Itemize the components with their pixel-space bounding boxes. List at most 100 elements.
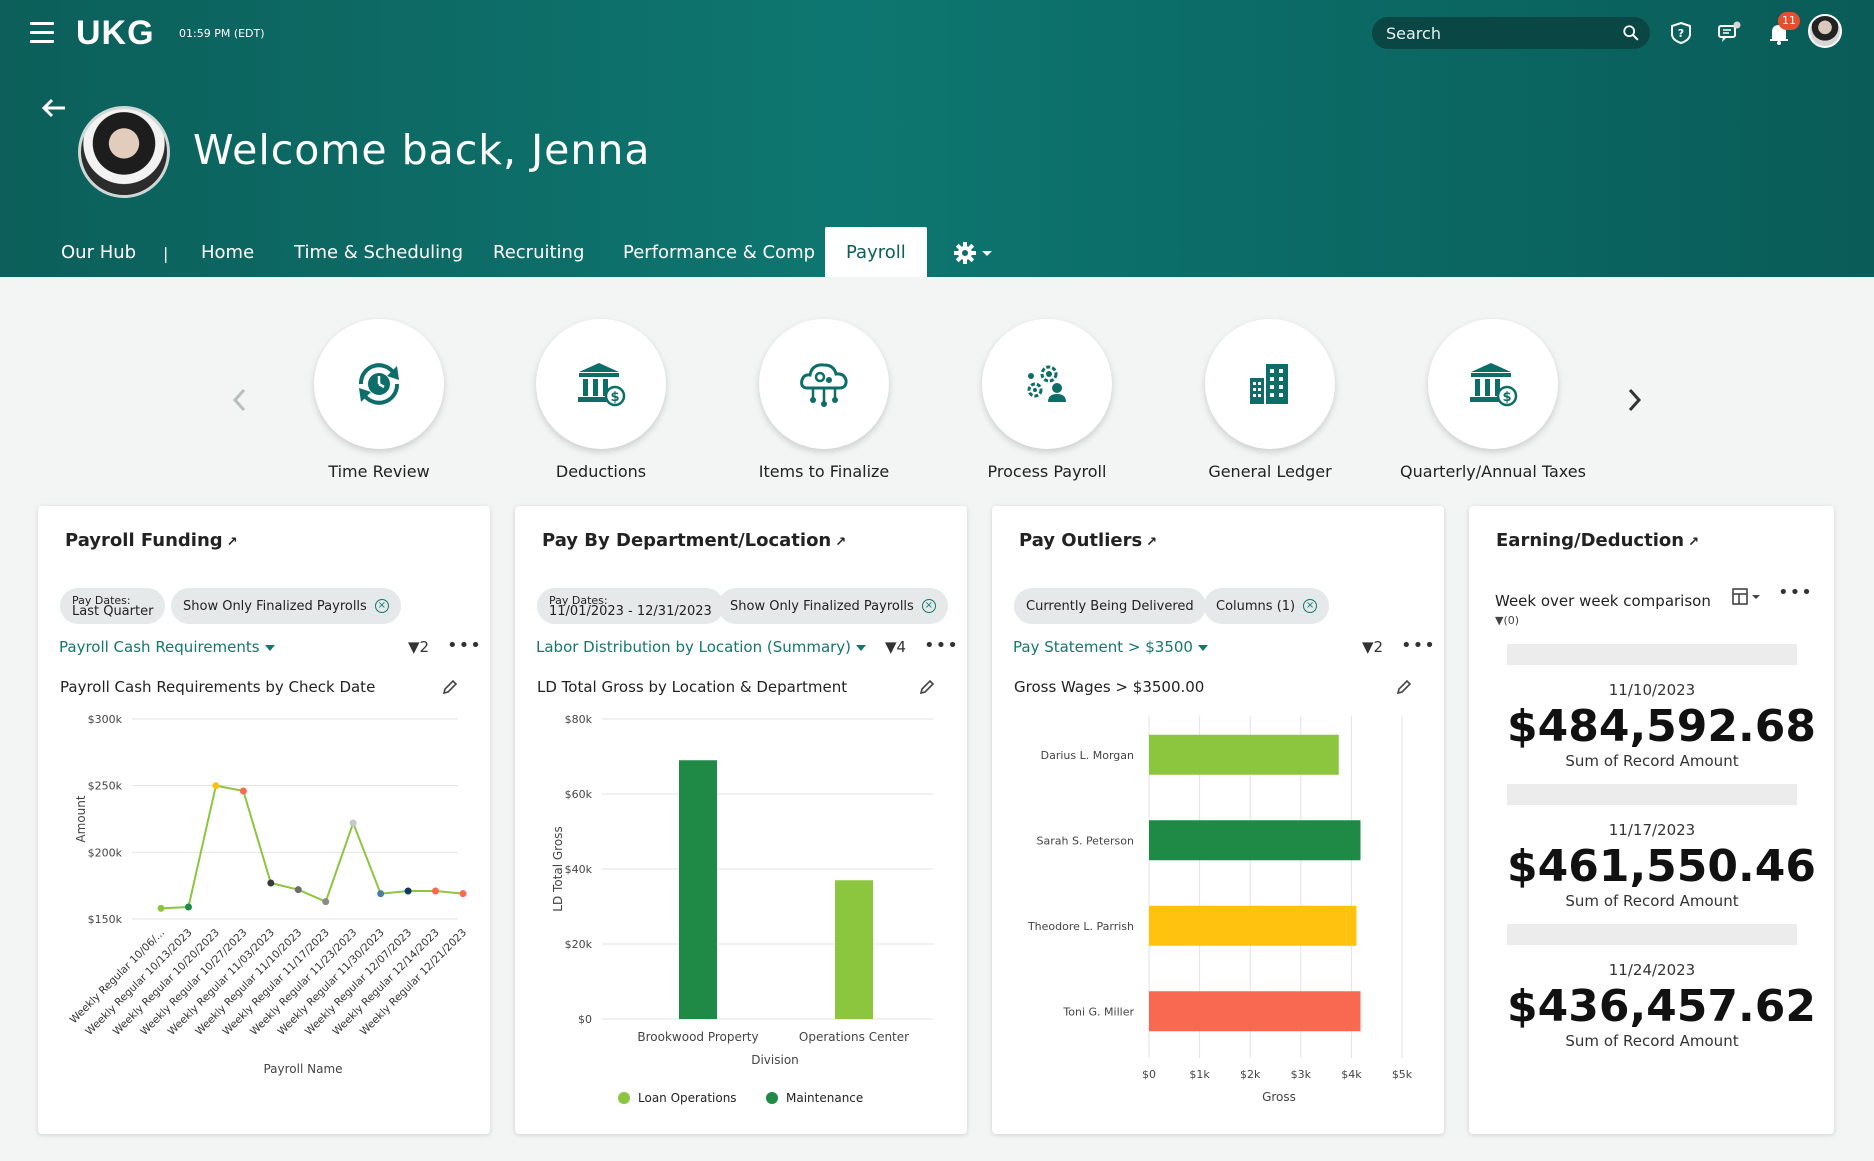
nav-time-scheduling[interactable]: Time & Scheduling: [294, 227, 463, 277]
legend-marker: [618, 1092, 630, 1104]
finalized-payrolls-chip[interactable]: Show Only Finalized Payrolls ×: [171, 588, 401, 624]
buildings-icon: [1250, 364, 1288, 404]
more-options-icon[interactable]: •••: [1401, 635, 1436, 656]
record-amount: $461,550.46: [1507, 841, 1816, 892]
y-tick-label: Toni G. Miller: [1062, 1005, 1134, 1018]
svg-text:$: $: [1502, 390, 1511, 405]
hamburger-menu-icon[interactable]: [30, 22, 54, 44]
bank-dollar-icon: $: [578, 363, 626, 407]
data-point: [349, 819, 357, 827]
legend-marker: [766, 1092, 778, 1104]
pay-by-department-card: Pay By Department/Location ↗ Pay Dates: 1…: [515, 506, 967, 1134]
app-header: UKG 01:59 PM (EDT) ? 11: [0, 0, 1874, 277]
pay-outliers-card: Pay Outliers ↗ Currently Being Delivered …: [992, 506, 1444, 1134]
payroll-funding-card: Payroll Funding ↗ Pay Dates: Last Quarter…: [38, 506, 490, 1134]
bar: [1149, 820, 1361, 861]
week-date: 11/24/2023: [1608, 961, 1696, 979]
report-select[interactable]: Labor Distribution by Location (Summary): [536, 638, 867, 656]
bar: [1149, 905, 1357, 946]
filter-button[interactable]: ▼2: [408, 638, 429, 656]
clock-refresh-icon: [358, 363, 400, 405]
divider-bar: [1507, 924, 1797, 945]
quick-link-process-payroll[interactable]: Process Payroll: [947, 319, 1147, 481]
profile-photo: [78, 106, 170, 198]
quick-link-label: Time Review: [328, 462, 430, 481]
card-title[interactable]: Pay By Department/Location ↗: [542, 530, 846, 551]
search-icon[interactable]: [1622, 24, 1640, 42]
report-select[interactable]: Pay Statement > $3500: [1013, 638, 1208, 656]
quick-link-label: Items to Finalize: [758, 462, 890, 481]
earning-deduction-card: Earning/Deduction ↗ Week over week compar…: [1469, 506, 1834, 1134]
columns-chip[interactable]: Columns (1) ×: [1204, 588, 1330, 624]
comparison-label: Week over week comparison: [1495, 592, 1711, 610]
data-point: [432, 887, 440, 895]
quick-link-quarterly-annual-taxes[interactable]: $ Quarterly/Annual Taxes: [1393, 319, 1593, 481]
y-tick-label: Theodore L. Parrish: [1027, 920, 1134, 933]
quick-link-deductions[interactable]: $ Deductions: [501, 319, 701, 481]
edit-pencil-icon[interactable]: [441, 678, 459, 696]
carousel-next-icon[interactable]: [1624, 387, 1644, 413]
search-input[interactable]: [1386, 17, 1606, 49]
chat-icon[interactable]: [1716, 20, 1742, 46]
card-title[interactable]: Payroll Funding ↗: [65, 530, 238, 551]
comparison-block: 11/17/2023 $461,550.46 Sum of Record Amo…: [1507, 784, 1816, 910]
comparison-block: 11/24/2023 $436,457.62 Sum of Record Amo…: [1507, 924, 1816, 1050]
nav-separator: |: [163, 244, 169, 263]
external-link-icon: ↗: [226, 535, 238, 550]
y-tick-label: $0: [578, 1013, 592, 1026]
payroll-cash-line-chart: $150k$200k$250k$300kAmountWeekly Regular…: [68, 713, 469, 1076]
data-point: [212, 782, 220, 790]
welcome-heading: Welcome back, Jenna: [193, 126, 651, 174]
more-options-icon[interactable]: •••: [1778, 582, 1813, 603]
view-type-icon[interactable]: [1731, 586, 1767, 608]
nav-our-hub[interactable]: Our Hub: [61, 227, 136, 277]
filter-button[interactable]: ▼(0): [1495, 614, 1519, 627]
external-link-icon: ↗: [1688, 535, 1699, 550]
user-avatar[interactable]: [1808, 14, 1842, 48]
ukg-logo[interactable]: UKG: [76, 14, 155, 53]
nav-performance-comp[interactable]: Performance & Comp: [623, 227, 815, 277]
quick-link-label: General Ledger: [1208, 462, 1332, 481]
amount-caption: Sum of Record Amount: [1565, 892, 1739, 910]
x-tick-label: $3k: [1291, 1068, 1312, 1081]
card-title[interactable]: Earning/Deduction ↗: [1496, 530, 1699, 551]
settings-gear-icon[interactable]: [952, 240, 994, 266]
main-nav: Our Hub | Home Time & Scheduling Recruit…: [0, 227, 1874, 277]
carousel-prev-icon[interactable]: [230, 387, 250, 413]
filter-button[interactable]: ▼4: [885, 638, 906, 656]
divider-bar: [1507, 784, 1797, 805]
search-box[interactable]: [1372, 17, 1650, 49]
more-options-icon[interactable]: •••: [447, 635, 482, 656]
finalized-payrolls-chip[interactable]: Show Only Finalized Payrolls ×: [718, 588, 948, 624]
pay-dates-chip[interactable]: Pay Dates: 11/01/2023 - 12/31/2023: [537, 588, 724, 624]
notification-badge: 11: [1778, 12, 1800, 30]
nav-recruiting[interactable]: Recruiting: [493, 227, 584, 277]
filter-icon: ▼: [408, 638, 420, 656]
report-select[interactable]: Payroll Cash Requirements: [59, 638, 275, 656]
more-options-icon[interactable]: •••: [924, 635, 959, 656]
ld-gross-bar-chart: $0 $20k $40k $60k $80k LD Total Gross Brookwoo…: [551, 713, 933, 1105]
quick-link-time-review[interactable]: Time Review: [279, 319, 479, 481]
help-icon[interactable]: ?: [1668, 20, 1694, 46]
x-axis-label: Gross: [1262, 1090, 1296, 1104]
nav-home[interactable]: Home: [201, 227, 254, 277]
x-tick-label: $1k: [1189, 1068, 1210, 1081]
bank-dollar-icon: $: [1470, 363, 1518, 407]
edit-pencil-icon[interactable]: [918, 678, 936, 696]
data-point: [239, 787, 247, 795]
amount-caption: Sum of Record Amount: [1565, 1032, 1739, 1050]
data-point: [294, 886, 302, 894]
back-arrow-icon[interactable]: [40, 97, 68, 119]
quick-link-general-ledger[interactable]: General Ledger: [1170, 319, 1370, 481]
quick-link-items-to-finalize[interactable]: Items to Finalize: [724, 319, 924, 481]
data-point: [377, 890, 385, 898]
delivery-status-chip[interactable]: Currently Being Delivered: [1014, 588, 1206, 624]
chevron-down-icon: [264, 644, 275, 651]
filter-button[interactable]: ▼2: [1362, 638, 1383, 656]
y-tick-label: $250k: [88, 780, 123, 793]
pay-dates-chip[interactable]: Pay Dates: Last Quarter: [60, 588, 166, 624]
card-title[interactable]: Pay Outliers ↗: [1019, 530, 1157, 551]
edit-pencil-icon[interactable]: [1395, 678, 1413, 696]
comparison-block: 11/10/2023 $484,592.68 Sum of Record Amo…: [1507, 644, 1816, 770]
nav-payroll[interactable]: Payroll: [825, 227, 927, 277]
